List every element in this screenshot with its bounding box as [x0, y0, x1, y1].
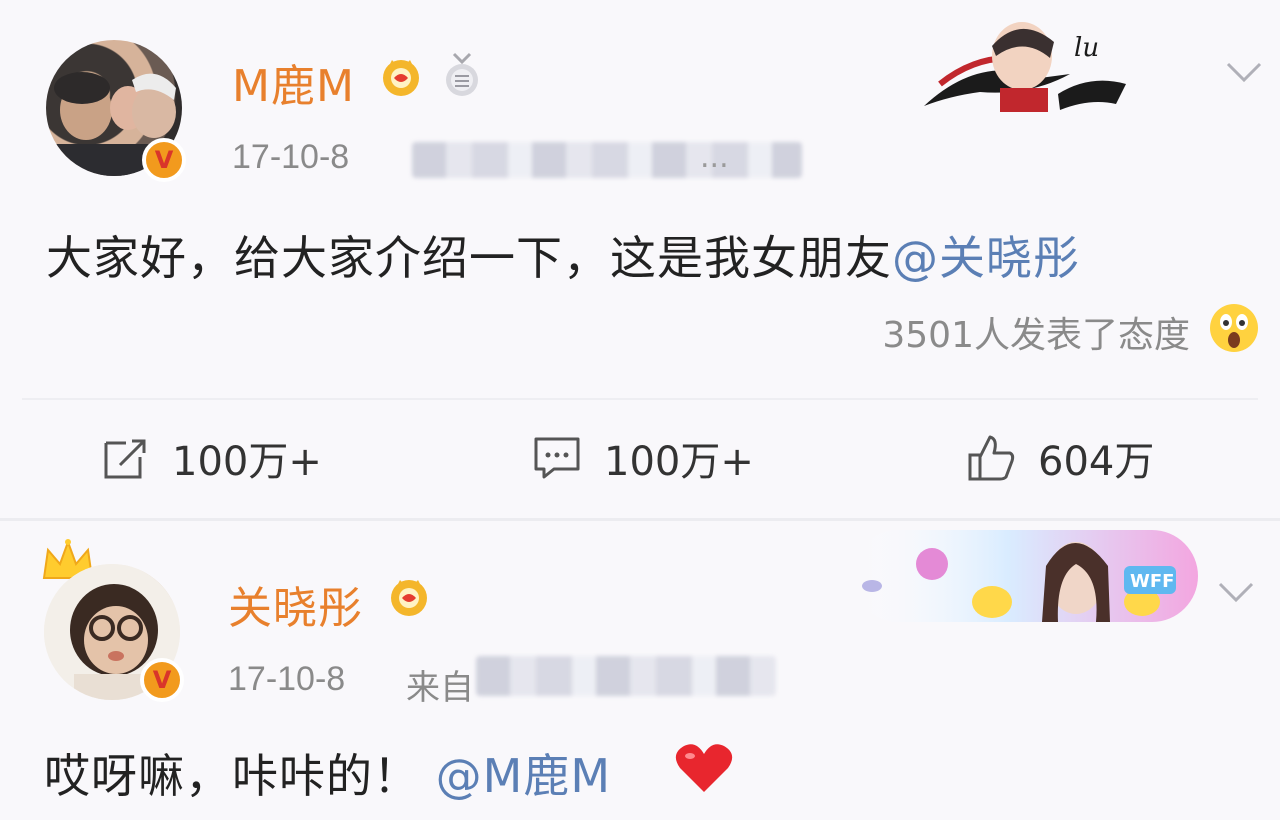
card-decoration: WFF — [852, 530, 1198, 622]
weibo-post-2: V 关晓彤 17-10-8 来自 WFF 哎呀嘛，咔咔的！ @M鹿M — [0, 0, 1280, 820]
chevron-down-icon[interactable] — [1216, 580, 1256, 604]
heart-icon — [675, 744, 733, 792]
verified-v-icon: V — [140, 658, 184, 702]
mention-link[interactable]: @M鹿M — [436, 749, 611, 803]
source-label: 来自 — [406, 668, 474, 708]
username[interactable]: 关晓彤 — [228, 572, 363, 636]
content-text: 哎呀嘛，咔咔的！ — [44, 749, 420, 803]
post-content: 哎呀嘛，咔咔的！ @M鹿M — [44, 740, 611, 806]
blurred-source — [476, 656, 776, 696]
svg-text:WFF: WFF — [1130, 571, 1174, 592]
post-date: 17-10-8 — [228, 660, 346, 698]
vip-crown-icon[interactable] — [384, 572, 434, 618]
